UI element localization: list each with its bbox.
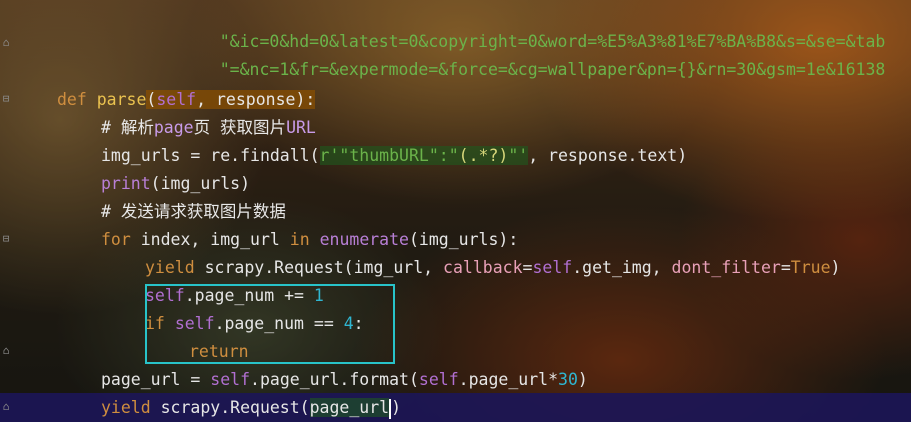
selection-highlight-box [145, 284, 395, 364]
builtin-print: print [101, 174, 151, 193]
keyword-yield: yield [145, 258, 195, 277]
fold-marker-icon[interactable]: ⌂ [0, 401, 12, 413]
string-part: "' [508, 146, 529, 165]
code-line[interactable]: yield scrapy.Request(img_url, callback=s… [145, 254, 840, 282]
call-args: (img_urls) [150, 174, 251, 193]
method-ref: .get_img, [572, 258, 672, 277]
code-line[interactable]: for index, img_url in enumerate(img_urls… [101, 226, 518, 254]
kwarg-dont-filter: dont_filter [671, 258, 781, 277]
arg-highlight: page_url [309, 398, 390, 417]
equals: = [522, 258, 533, 277]
paren: ) [391, 398, 402, 417]
comment-keyword: URL [286, 118, 316, 137]
fold-marker-icon[interactable]: ⌂ [0, 345, 12, 357]
code-line[interactable]: yield scrapy.Request(page_url) [101, 394, 401, 422]
fold-marker-icon[interactable]: ⌂ [0, 37, 12, 49]
assignment: img_urls = re.findall( [101, 146, 320, 165]
comment-text: 发送请求获取图片数据 [120, 202, 286, 221]
number-literal: 30 [558, 370, 578, 389]
code-line[interactable]: # 发送请求获取图片数据 [101, 198, 286, 226]
highlighted-params: (self, response): [146, 90, 316, 109]
code-line[interactable]: def parse(self, response): [57, 86, 316, 114]
loop-vars: index, img_url [130, 230, 290, 249]
method-call: .page_url.format( [250, 370, 419, 389]
attr-ref: .page_url* [458, 370, 559, 389]
comment-hash: # [101, 118, 121, 137]
regex-group: (.*?) [458, 146, 509, 165]
comment-hash: # [101, 202, 121, 221]
paren: ) [830, 258, 841, 277]
string-part: "thumbURL":" [339, 146, 459, 165]
paren: ( [146, 90, 157, 109]
code-editor[interactable]: ⌂ ⊟ ⊟ ⌂ ⌂ "&ic=0&hd=0&latest=0&copyright… [0, 0, 911, 422]
assignment: page_url = [101, 370, 211, 389]
self-ref: self [210, 370, 251, 389]
paren: ) [577, 370, 588, 389]
code-line[interactable]: "=&nc=1&fr=&expermode=&force=&cg=wallpap… [180, 28, 886, 79]
call-args: (img_urls): [408, 230, 519, 249]
function-name: parse [96, 90, 147, 109]
comment-text: 页 获取图片 [193, 118, 287, 137]
call-expr: scrapy.Request(img_url, [194, 258, 444, 277]
keyword-def: def [57, 90, 87, 109]
code-line[interactable]: page_url = self.page_url.format(self.pag… [101, 366, 588, 394]
self-param: self [156, 90, 197, 109]
code-line[interactable]: "&ic=0&hd=0&latest=0&copyright=0&word=%E… [180, 0, 886, 51]
self-ref: self [532, 258, 573, 277]
kwarg-callback: callback [443, 258, 523, 277]
code-line[interactable]: # 解析page页 获取图片URL [101, 114, 316, 142]
builtin-enumerate: enumerate [319, 230, 409, 249]
comment-text: 解析 [120, 118, 154, 137]
equals: = [780, 258, 791, 277]
fold-marker-icon[interactable]: ⊟ [0, 93, 12, 105]
keyword-for: for [101, 230, 131, 249]
call-rest: , response.text) [528, 146, 688, 165]
params-rest: , response): [196, 90, 316, 109]
string-literal: "=&nc=1&fr=&expermode=&force=&cg=wallpap… [219, 60, 886, 79]
raw-prefix: r' [319, 146, 340, 165]
call-expr: scrapy.Request( [150, 398, 310, 417]
code-line[interactable]: print(img_urls) [101, 170, 250, 198]
fold-marker-icon[interactable]: ⊟ [0, 233, 12, 245]
keyword-in: in [289, 230, 310, 249]
comment-keyword: page [153, 118, 194, 137]
keyword-true: True [790, 258, 831, 277]
self-ref: self [418, 370, 459, 389]
regex-string: r'"thumbURL":"(.*?)"' [319, 146, 529, 165]
code-line[interactable]: img_urls = re.findall(r'"thumbURL":"(.*?… [101, 142, 687, 170]
keyword-yield: yield [101, 398, 151, 417]
